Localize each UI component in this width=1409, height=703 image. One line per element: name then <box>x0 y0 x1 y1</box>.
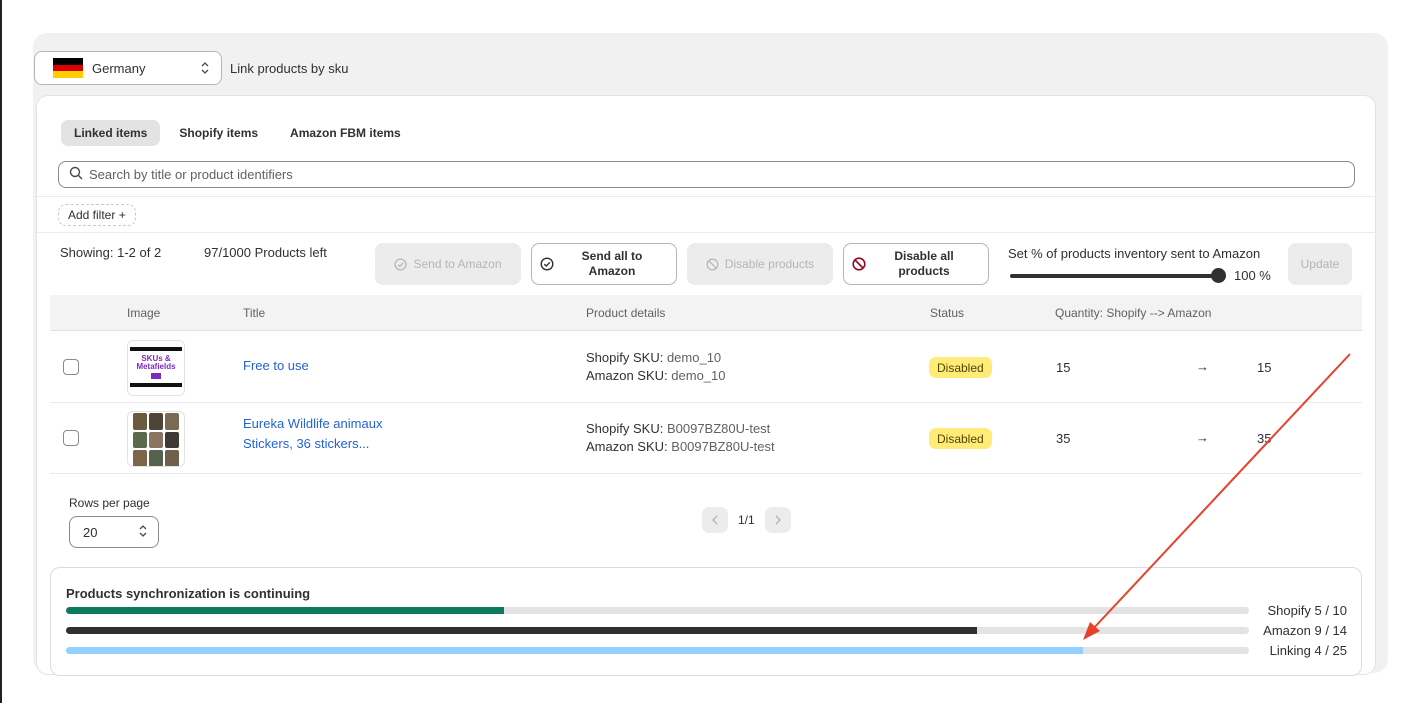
column-header-title: Title <box>243 306 266 320</box>
shopify-sku-value: demo_10 <box>666 350 722 365</box>
tab-linked-items[interactable]: Linked items <box>61 120 161 146</box>
product-title-line: Eureka Wildlife animaux <box>243 416 383 431</box>
slider-handle[interactable] <box>1211 268 1226 283</box>
showing-count: Showing: 1-2 of 2 <box>60 245 162 260</box>
select-chevron-icon <box>200 61 210 78</box>
shopify-progress-fill <box>66 607 504 614</box>
item-tabs: Linked items Shopify items Amazon FBM it… <box>61 120 414 146</box>
shopify-sku-label: Shopify SKU: <box>586 350 664 365</box>
quantity-shopify: 15 <box>1056 360 1071 375</box>
amazon-progress-bar <box>66 627 1249 634</box>
page-indicator: 1/1 <box>738 513 755 527</box>
product-title-link[interactable]: Free to use <box>243 356 309 376</box>
shopify-sku-value: B0097BZ80U-test <box>666 421 771 436</box>
arrow-right-icon: → <box>1196 430 1209 445</box>
status-badge: Disabled <box>929 357 992 378</box>
arrow-right-icon: → <box>1196 359 1209 374</box>
update-button[interactable]: Update <box>1288 243 1352 285</box>
disable-all-products-button[interactable]: Disable all products <box>843 243 989 285</box>
status-badge: Disabled <box>929 428 992 449</box>
quantity-amazon: 15 <box>1257 360 1272 375</box>
country-select[interactable]: Germany <box>34 51 222 85</box>
search-icon <box>69 166 83 183</box>
products-left: 97/1000 Products left <box>204 245 327 260</box>
country-label: Germany <box>92 60 146 76</box>
column-header-status: Status <box>930 306 965 320</box>
top-bar: Germany Link products by sku <box>34 51 349 85</box>
product-title-line: Free to use <box>243 358 309 373</box>
shopify-progress-label: Shopify 5 / 10 <box>1267 603 1348 618</box>
germany-flag-icon <box>53 58 83 79</box>
row-checkbox[interactable] <box>63 359 79 375</box>
quantity-shopify: 35 <box>1056 431 1071 446</box>
table-row: Eureka Wildlife animaux Stickers, 36 sti… <box>50 403 1362 474</box>
product-details: Shopify SKU: demo_10 Amazon SKU: demo_10 <box>586 349 726 385</box>
rows-per-page-label: Rows per page <box>69 496 150 510</box>
table-header: Image Title Product details Status Quant… <box>50 295 1362 331</box>
column-header-image: Image <box>127 306 161 320</box>
amazon-sku-label: Amazon SKU: <box>586 439 668 454</box>
inventory-percent-title: Set % of products inventory sent to Amaz… <box>1008 246 1261 261</box>
block-icon <box>852 257 866 271</box>
amazon-sku-value: demo_10 <box>671 368 726 383</box>
search-input[interactable] <box>89 167 1289 182</box>
send-to-amazon-label: Send to Amazon <box>413 256 502 271</box>
quantity-amazon: 35 <box>1257 431 1272 446</box>
disable-products-label: Disable products <box>724 256 815 271</box>
amazon-progress-fill <box>66 627 977 634</box>
chevron-right-icon <box>775 515 781 525</box>
disable-all-label: Disable all products <box>894 249 954 278</box>
divider <box>37 196 1377 197</box>
send-all-to-amazon-button[interactable]: Send all to Amazon <box>531 243 677 285</box>
amazon-progress-label: Amazon 9 / 14 <box>1263 623 1347 638</box>
next-page-button[interactable] <box>764 507 791 533</box>
linking-progress-bar <box>66 647 1249 654</box>
block-icon <box>706 258 719 271</box>
tab-amazon-fbm-items[interactable]: Amazon FBM items <box>277 120 414 146</box>
product-title-link[interactable]: Eureka Wildlife animaux Stickers, 36 sti… <box>243 414 382 454</box>
shopify-sku-label: Shopify SKU: <box>586 421 664 436</box>
table-row: SKUs & Metafields Free to use Shopify SK… <box>50 332 1362 403</box>
window-edge <box>0 0 2 703</box>
sync-title: Products synchronization is continuing <box>66 586 311 601</box>
search-bar <box>58 161 1355 188</box>
check-circle-icon <box>540 257 554 271</box>
pagination: 1/1 <box>702 507 791 533</box>
amazon-sku-value: B0097BZ80U-test <box>671 439 775 454</box>
send-all-label: Send all to Amazon <box>581 249 643 278</box>
row-checkbox[interactable] <box>63 430 79 446</box>
inventory-percent-slider[interactable] <box>1010 274 1218 278</box>
product-details: Shopify SKU: B0097BZ80U-test Amazon SKU:… <box>586 420 775 456</box>
disable-products-button[interactable]: Disable products <box>687 243 833 285</box>
tab-shopify-items[interactable]: Shopify items <box>166 120 271 146</box>
product-title-line: Stickers, 36 stickers... <box>243 436 370 451</box>
thumbnail-text: SKUs & Metafields <box>136 354 176 371</box>
chevron-left-icon <box>712 515 718 525</box>
select-chevron-icon <box>138 524 148 541</box>
product-thumbnail: SKUs & Metafields <box>127 340 185 396</box>
linking-progress-label: Linking 4 / 25 <box>1269 643 1347 658</box>
link-by-sku-text: Link products by sku <box>230 60 349 76</box>
amazon-sku-label: Amazon SKU: <box>586 368 668 383</box>
check-circle-icon <box>394 258 407 271</box>
inventory-percent-value: 100 % <box>1234 268 1271 283</box>
sync-progress-panel: Products synchronization is continuing S… <box>50 567 1362 676</box>
product-thumbnail <box>127 411 185 467</box>
rows-per-page-value: 20 <box>83 524 98 540</box>
divider <box>37 232 1377 233</box>
column-header-product-details: Product details <box>586 306 666 320</box>
column-header-quantity: Quantity: Shopify --> Amazon <box>1055 306 1212 320</box>
shopify-progress-bar <box>66 607 1249 614</box>
add-filter-button[interactable]: Add filter + <box>58 204 136 226</box>
previous-page-button[interactable] <box>702 507 728 533</box>
rows-per-page-select[interactable]: 20 <box>69 516 159 548</box>
linking-progress-fill <box>66 647 1084 654</box>
send-to-amazon-button[interactable]: Send to Amazon <box>375 243 521 285</box>
